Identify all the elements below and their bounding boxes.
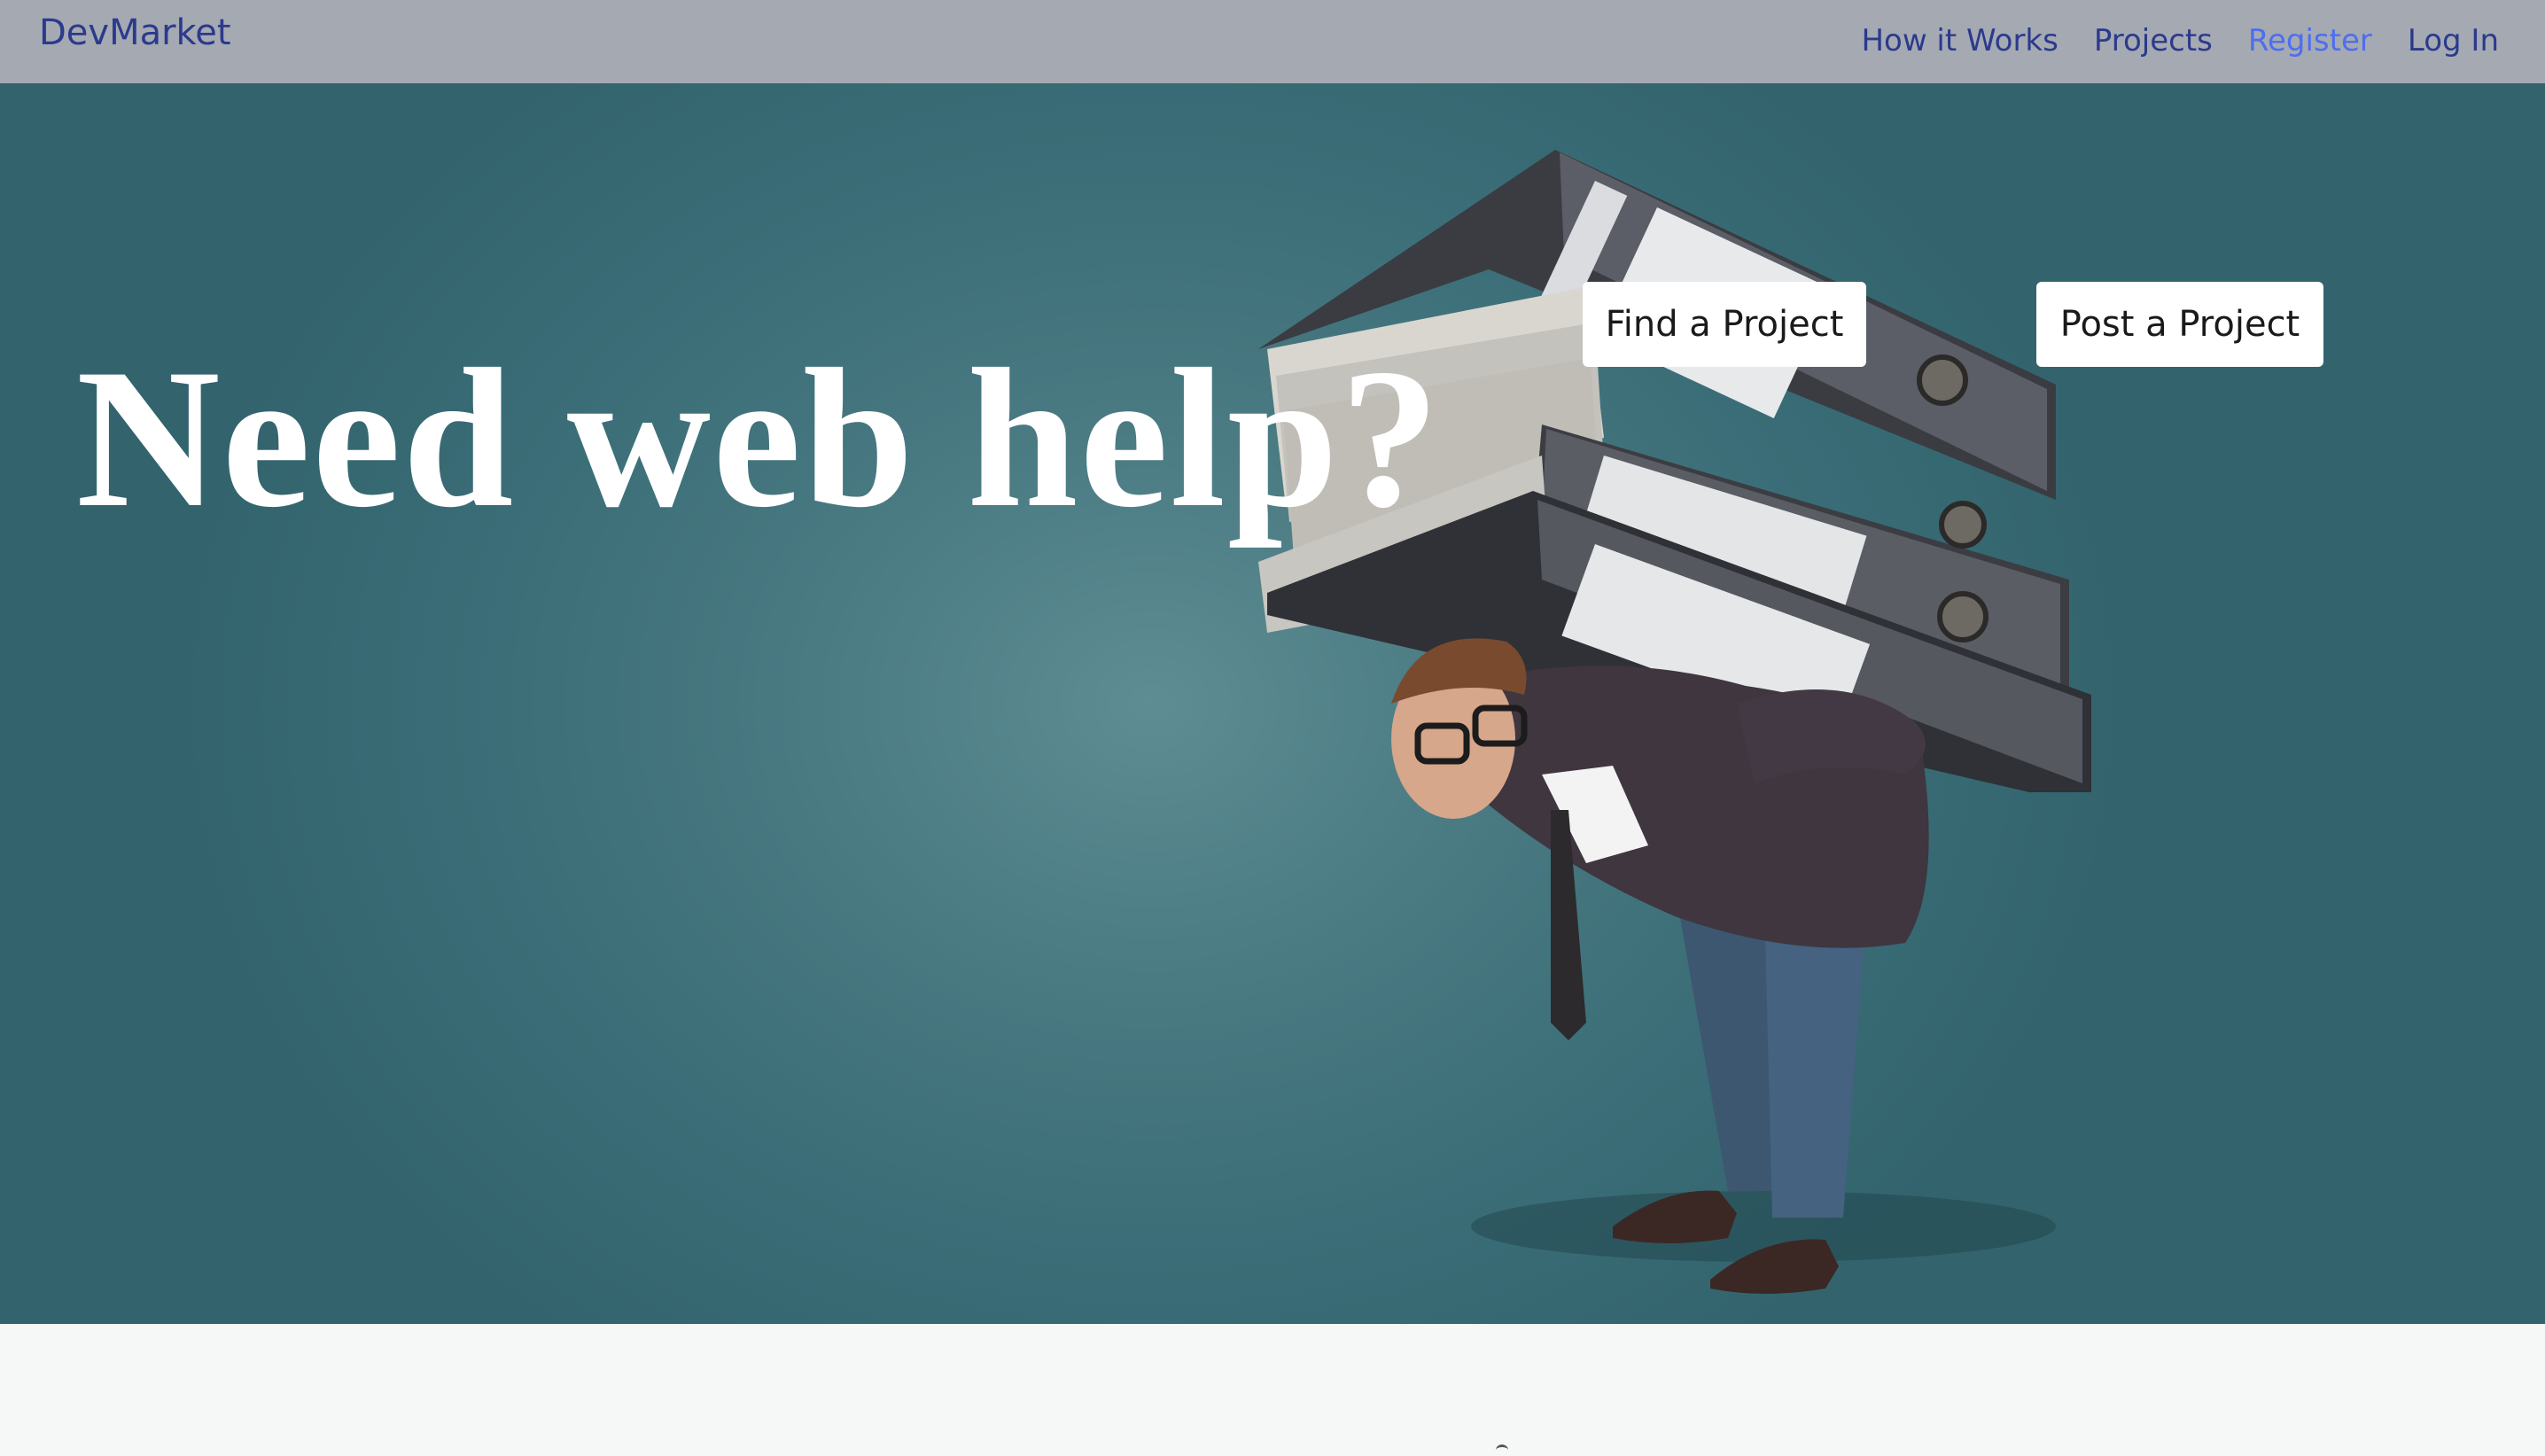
brand-logo-link[interactable]: DevMarket — [39, 11, 231, 55]
nav-link-projects[interactable]: Projects — [2094, 19, 2213, 62]
nav-link-how-it-works[interactable]: How it Works — [1861, 19, 2058, 62]
man-carrying-binders-image — [1258, 150, 2091, 1294]
find-a-project-button[interactable]: Find a Project — [1583, 282, 1866, 367]
nav-link-log-in[interactable]: Log In — [2408, 19, 2499, 62]
post-a-project-button[interactable]: Post a Project — [2036, 282, 2323, 367]
nav-links: How it Works Projects Register Log In — [1861, 19, 2499, 62]
nav-link-register[interactable]: Register — [2248, 19, 2372, 62]
section-heading-partial — [1496, 1444, 1508, 1456]
hero-title: Need web help? — [76, 327, 1442, 549]
below-hero-section — [0, 1324, 2545, 1453]
hero-section: Need web help? Find a Project Post a Pro… — [0, 83, 2545, 1324]
top-navbar: DevMarket How it Works Projects Register… — [0, 0, 2545, 83]
